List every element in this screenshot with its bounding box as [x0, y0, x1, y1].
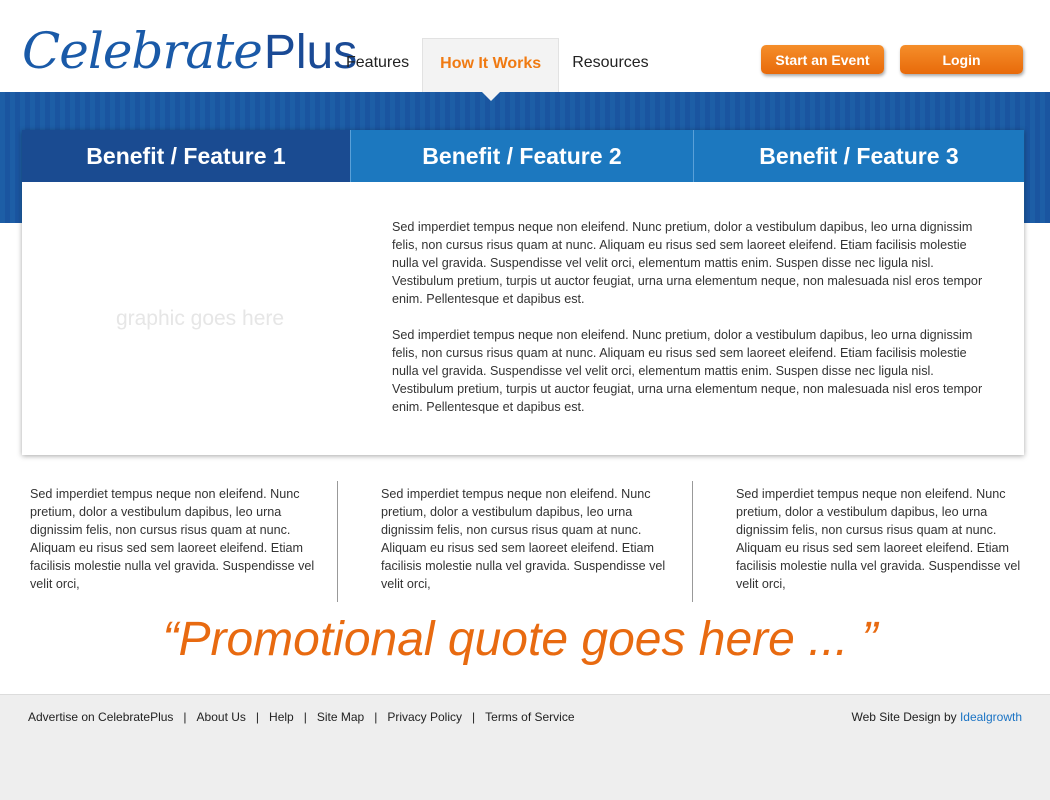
graphic-placeholder: graphic goes here [115, 306, 285, 330]
footer-link-site-map[interactable]: Site Map [317, 710, 364, 724]
footer-links: Advertise on CelebratePlus | About Us | … [28, 710, 575, 724]
info-column-2: Sed imperdiet tempus neque non eleifend.… [381, 487, 666, 591]
start-event-button[interactable]: Start an Event [761, 45, 884, 74]
celebrateplus-logo[interactable]: Celebrate Plus [22, 22, 357, 82]
column-divider [337, 481, 338, 602]
info-columns: Sed imperdiet tempus neque non eleifend.… [0, 481, 1050, 602]
footer-link-help[interactable]: Help [269, 710, 294, 724]
footer-link-about-us[interactable]: About Us [197, 710, 246, 724]
tab-benefit-3[interactable]: Benefit / Feature 3 [693, 130, 1024, 182]
footer-separator: | [255, 710, 260, 724]
design-credit: Web Site Design by Idealgrowth [851, 710, 1022, 724]
nav-how-it-works[interactable]: How It Works [422, 38, 560, 101]
credit-link-idealgrowth[interactable]: Idealgrowth [960, 710, 1022, 724]
footer-separator: | [183, 710, 187, 724]
footer-separator: | [303, 710, 307, 724]
site-header: Celebrate Plus Features How It Works Res… [0, 0, 1050, 101]
login-button[interactable]: Login [900, 45, 1023, 74]
column-divider [692, 481, 693, 602]
info-column-1: Sed imperdiet tempus neque non eleifend.… [30, 487, 315, 591]
feature-panel: Benefit / Feature 1 Benefit / Feature 2 … [22, 130, 1024, 455]
panel-paragraph: Sed imperdiet tempus neque non eleifend.… [392, 328, 983, 414]
credit-prefix: Web Site Design by [851, 710, 960, 724]
panel-description: Sed imperdiet tempus neque non eleifend.… [392, 218, 987, 434]
main-nav: Features How It Works Resources [333, 38, 662, 101]
footer-link-privacy-policy[interactable]: Privacy Policy [387, 710, 462, 724]
logo-script-text: Celebrate [22, 22, 263, 80]
feature-tabs: Benefit / Feature 1 Benefit / Feature 2 … [22, 130, 1024, 182]
footer-link-advertise[interactable]: Advertise on CelebratePlus [28, 710, 173, 724]
nav-resources[interactable]: Resources [559, 38, 661, 92]
site-footer: Advertise on CelebratePlus | About Us | … [0, 694, 1050, 800]
footer-separator: | [472, 710, 476, 724]
panel-paragraph: Sed imperdiet tempus neque non eleifend.… [392, 220, 983, 306]
info-column-3: Sed imperdiet tempus neque non eleifend.… [736, 487, 1021, 591]
tab-benefit-1[interactable]: Benefit / Feature 1 [22, 130, 350, 182]
nav-features[interactable]: Features [333, 38, 422, 92]
footer-separator: | [374, 710, 378, 724]
promotional-quote: “Promotional quote goes here ... ” [162, 613, 878, 666]
tab-benefit-2[interactable]: Benefit / Feature 2 [350, 130, 693, 182]
footer-link-terms-of-service[interactable]: Terms of Service [485, 710, 574, 724]
